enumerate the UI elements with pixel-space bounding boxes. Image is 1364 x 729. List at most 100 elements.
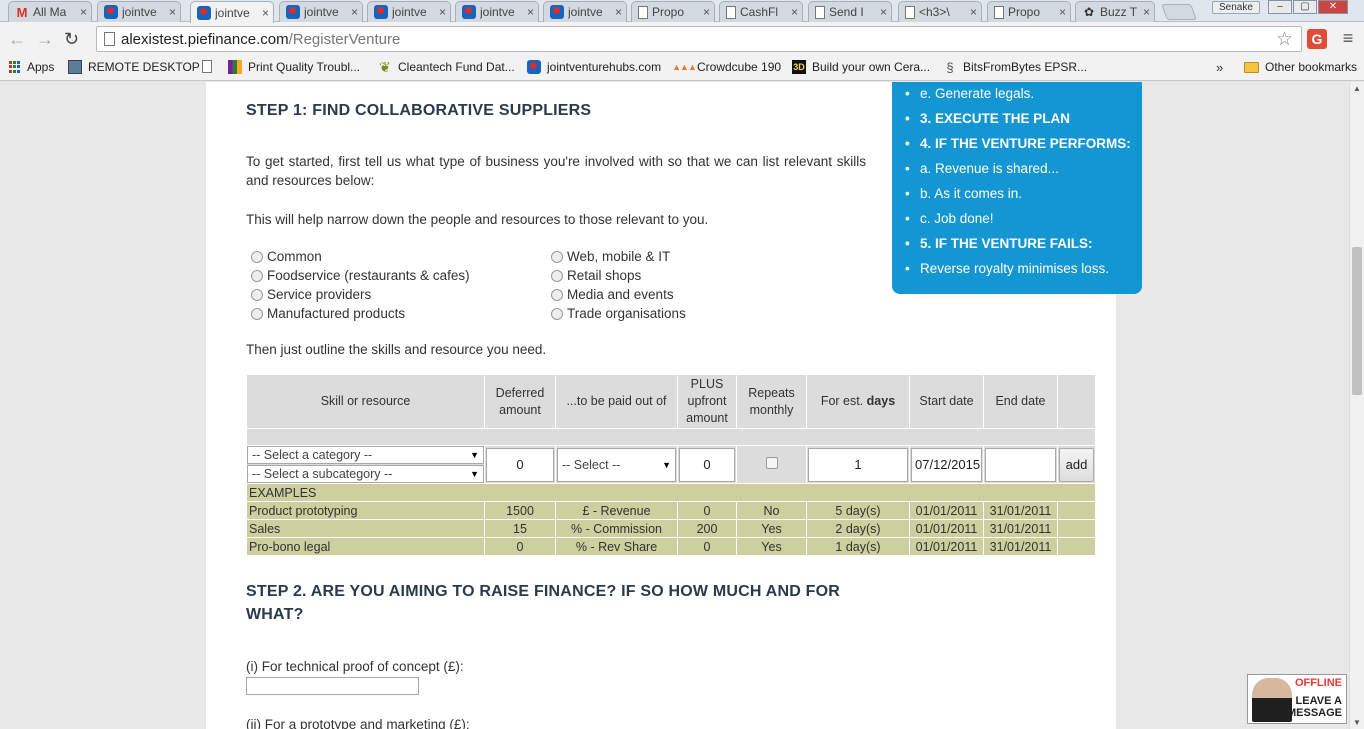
scrollbar-thumb[interactable] — [1352, 247, 1362, 395]
sidebar-step-item: c. Job done! — [900, 206, 1142, 231]
vertical-scrollbar[interactable]: ▲ ▼ — [1349, 82, 1364, 729]
tab-close-icon[interactable]: × — [262, 6, 269, 20]
tab-close-icon[interactable]: × — [1143, 5, 1150, 19]
tab-title: jointve — [304, 5, 339, 19]
business-type-option[interactable]: Common — [251, 249, 322, 264]
browser-tab[interactable]: ✿ Buzz T × — [1075, 1, 1155, 22]
tab-close-icon[interactable]: × — [791, 5, 798, 19]
bookmark-star-icon[interactable]: ☆ — [1276, 28, 1293, 51]
business-type-label: Trade organisations — [567, 306, 686, 321]
tab-close-icon[interactable]: × — [703, 5, 710, 19]
forward-icon[interactable]: → — [36, 29, 54, 49]
business-type-option[interactable]: Service providers — [251, 287, 371, 302]
bookmark-item[interactable]: ▲▲▲ Crowdcube 190 — [672, 60, 781, 74]
browser-tab[interactable]: CashFl × — [719, 1, 803, 22]
tab-close-icon[interactable]: × — [439, 5, 446, 19]
business-type-option[interactable]: Retail shops — [551, 268, 641, 283]
business-type-label: Manufactured products — [267, 306, 406, 321]
minimize-button[interactable]: – — [1268, 0, 1292, 14]
tab-title: All Ma — [33, 5, 67, 19]
maximize-button[interactable]: ▢ — [1293, 0, 1317, 14]
paid-out-of-select[interactable]: -- Select -- ▼ — [557, 447, 676, 482]
business-type-label: Service providers — [267, 287, 372, 302]
tab-close-icon[interactable]: × — [615, 5, 622, 19]
browser-tab[interactable]: M All Ma × — [8, 1, 92, 22]
scroll-up-icon[interactable]: ▲ — [1353, 84, 1361, 93]
browser-tab[interactable]: jointve × — [367, 1, 451, 22]
browser-tab[interactable]: jointve × — [543, 1, 627, 22]
subcategory-select[interactable]: -- Select a subcategory -- ▼ — [247, 465, 484, 483]
business-type-option[interactable]: Web, mobile & IT — [551, 249, 670, 264]
bookmark-item[interactable]: Print Quality Troubl... — [228, 60, 360, 74]
business-type-option[interactable]: Trade organisations — [551, 306, 686, 321]
live-chat-widget[interactable]: OFFLINE LEAVE A MESSAGE — [1247, 674, 1347, 724]
new-tab-button[interactable] — [1161, 4, 1197, 20]
profile-button[interactable]: Senake — [1212, 1, 1260, 14]
technical-proof-input[interactable] — [246, 677, 419, 695]
business-type-label: Retail shops — [567, 268, 642, 283]
browser-tab[interactable]: jointve × — [279, 1, 363, 22]
category-select[interactable]: -- Select a category -- ▼ — [247, 446, 484, 464]
back-icon[interactable]: ← — [8, 29, 26, 49]
est-days-input[interactable]: 1 — [808, 447, 908, 482]
start-date-input[interactable]: 07/12/2015 — [911, 447, 982, 482]
grammarly-extension-icon[interactable]: G — [1307, 29, 1327, 49]
example-repeats-cell: No — [736, 501, 807, 520]
radio-button[interactable] — [551, 269, 563, 282]
tab-close-icon[interactable]: × — [970, 5, 977, 19]
tab-close-icon[interactable]: × — [1059, 5, 1066, 19]
jointventure-favicon-icon — [462, 5, 476, 19]
page-content: STEP 1: FIND COLLABORATIVE SUPPLIERS To … — [206, 82, 1142, 729]
add-skill-button[interactable]: add — [1059, 447, 1094, 482]
tab-close-icon[interactable]: × — [880, 5, 887, 19]
bookmark-item[interactable]: jointventurehubs.com — [527, 60, 661, 74]
radio-button[interactable] — [251, 269, 263, 282]
sidebar-step-item: e. Generate legals. — [900, 82, 1142, 106]
upfront-amount-input[interactable]: 0 — [679, 447, 735, 482]
radio-button[interactable] — [551, 307, 563, 320]
tab-title: Propo — [652, 5, 685, 19]
reload-icon[interactable]: ↻ — [64, 29, 79, 49]
end-date-input[interactable] — [985, 447, 1056, 482]
tab-close-icon[interactable]: × — [169, 5, 176, 19]
address-bar[interactable]: alexistest.piefinance.com/RegisterVentur… — [96, 26, 1302, 52]
repeats-monthly-checkbox[interactable] — [765, 457, 778, 469]
example-upfront-cell: 0 — [677, 501, 737, 520]
browser-tab[interactable]: <h3>\ × — [898, 1, 982, 22]
other-bookmarks-folder[interactable]: Other bookmarks — [1244, 60, 1357, 74]
deferred-amount-input[interactable]: 0 — [486, 447, 554, 482]
business-type-option[interactable]: Manufactured products — [251, 306, 405, 321]
radio-button[interactable] — [251, 288, 263, 301]
tab-close-icon[interactable]: × — [527, 5, 534, 19]
bookmarks-overflow-button[interactable]: » — [1216, 60, 1223, 75]
browser-tab[interactable]: jointve × — [455, 1, 539, 22]
close-window-button[interactable]: ✕ — [1318, 0, 1348, 14]
tab-close-icon[interactable]: × — [80, 5, 87, 19]
business-type-option[interactable]: Media and events — [551, 287, 674, 302]
example-upfront-cell: 0 — [677, 537, 737, 556]
browser-tab[interactable]: Send I × — [808, 1, 892, 22]
radio-button[interactable] — [251, 307, 263, 320]
browser-tab[interactable]: jointve × — [190, 1, 274, 23]
bookmark-item[interactable]: REMOTE DESKTOP — [68, 60, 200, 74]
skills-table: Skill or resource Deferred amount ...to … — [246, 374, 1096, 556]
bookmark-item[interactable]: Apps — [8, 60, 54, 74]
col-paid-out-of-header: ...to be paid out of — [555, 374, 678, 429]
scroll-down-icon[interactable]: ▼ — [1353, 718, 1361, 727]
business-type-option[interactable]: Foodservice (restaurants & cafes) — [251, 268, 470, 283]
tab-close-icon[interactable]: × — [351, 5, 358, 19]
bookmark-item[interactable]: § BitsFromBytes EPSR... — [943, 60, 1087, 75]
radio-button[interactable] — [251, 250, 263, 263]
col-action-header — [1057, 374, 1096, 429]
radio-button[interactable] — [551, 250, 563, 263]
browser-tab[interactable]: Propo × — [631, 1, 715, 22]
tab-title: jointve — [568, 5, 603, 19]
bookmark-item[interactable]: ❦ Cleantech Fund Dat... — [378, 59, 515, 75]
browser-tab[interactable]: jointve × — [97, 1, 181, 22]
browser-tab[interactable]: Propo × — [987, 1, 1071, 22]
bookmark-item[interactable] — [202, 60, 218, 73]
bookmark-item[interactable]: 3D Build your own Cera... — [792, 60, 930, 74]
radio-button[interactable] — [551, 288, 563, 301]
jointventure-favicon-icon — [550, 5, 564, 19]
browser-menu-icon[interactable]: ≡ — [1340, 29, 1356, 49]
